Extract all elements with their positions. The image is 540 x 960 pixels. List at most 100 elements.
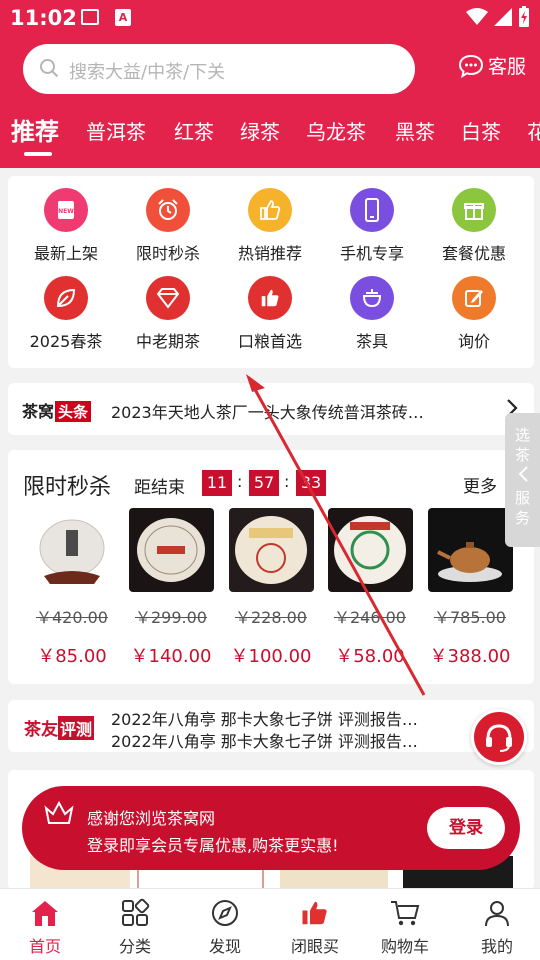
- category-teaware[interactable]: 茶具: [322, 276, 422, 352]
- status-time: 11:02: [10, 6, 77, 30]
- battery-icon: [519, 6, 529, 27]
- headline-brand-text: 茶窝: [22, 402, 55, 421]
- sale-price: ￥100.00: [230, 646, 312, 667]
- tab-recommend[interactable]: 推荐: [11, 112, 59, 147]
- signal-icon: [494, 8, 512, 26]
- flash-product[interactable]: ￥299.00 ￥140.00: [129, 508, 214, 668]
- nav-label: 闭眼买: [290, 937, 339, 956]
- nav-label: 购物车: [380, 937, 429, 956]
- category-new-arrivals[interactable]: NEW 最新上架: [16, 188, 116, 264]
- home-icon: [0, 897, 90, 929]
- tab-flower-tea[interactable]: 花: [527, 116, 540, 145]
- status-bar: 11:02 A: [0, 0, 540, 36]
- cart-icon: [360, 897, 450, 929]
- search-bar[interactable]: 搜索大益/中茶/下关: [23, 44, 415, 94]
- sale-price: ￥140.00: [130, 646, 212, 667]
- product-image-tea-cake: [229, 508, 314, 592]
- customer-service-label: 客服: [488, 56, 527, 78]
- nav-profile[interactable]: 我的: [452, 897, 540, 957]
- sale-price: ￥85.00: [37, 646, 107, 667]
- nav-home[interactable]: 首页: [0, 897, 90, 957]
- tab-oolong[interactable]: 乌龙茶: [306, 116, 366, 145]
- tea-selection-service-tab[interactable]: 选 茶 服 务: [505, 413, 540, 547]
- tab-green-tea[interactable]: 绿茶: [240, 116, 280, 145]
- flash-product[interactable]: ￥785.00 ￥388.00: [428, 508, 513, 668]
- flash-product[interactable]: ￥228.00 ￥100.00: [229, 508, 314, 668]
- search-icon: [40, 59, 59, 78]
- review-line: 2022年八角亭 那卡大象七子饼 评测报告…: [111, 710, 418, 729]
- original-price: ￥246.00: [334, 608, 406, 627]
- crown-icon: [44, 800, 74, 824]
- headset-icon: [486, 724, 512, 752]
- phone-icon: [350, 188, 394, 232]
- category-flash-sale[interactable]: 限时秒杀: [118, 188, 218, 264]
- original-price: ￥420.00: [36, 608, 108, 627]
- nav-blind-buy[interactable]: 闭眼买: [270, 897, 360, 957]
- category-label: 热销推荐: [237, 244, 302, 263]
- login-promo-subtitle: 登录即享会员专属优惠,购茶更实惠!: [87, 836, 339, 855]
- category-aged-tea[interactable]: 中老期茶: [118, 276, 218, 352]
- thumbs-up-icon: [248, 276, 292, 320]
- nav-label: 分类: [118, 937, 151, 956]
- teapot-icon: [350, 276, 394, 320]
- tab-puer[interactable]: 普洱茶: [86, 116, 146, 145]
- countdown-seconds: 33: [296, 470, 326, 496]
- category-label: 2025春茶: [29, 332, 103, 351]
- login-promo-title: 感谢您浏览茶窝网: [87, 809, 216, 828]
- category-label: 询价: [457, 332, 490, 351]
- category-daily-choice[interactable]: 口粮首选: [220, 276, 320, 352]
- flash-product[interactable]: ￥420.00 ￥85.00: [30, 508, 115, 668]
- app-notification-icon: A: [115, 9, 131, 26]
- category-label: 套餐优惠: [441, 244, 506, 263]
- flash-product[interactable]: ￥246.00 ￥58.00: [328, 508, 413, 668]
- nav-label: 发现: [208, 937, 241, 956]
- tab-white-tea[interactable]: 白茶: [461, 116, 501, 145]
- svg-text:NEW: NEW: [58, 208, 74, 215]
- headline-text[interactable]: 2023年天地人茶厂一头大象传统普洱茶砖…: [111, 399, 491, 423]
- customer-support-button[interactable]: [471, 709, 527, 765]
- headline-brand: 茶窝 头条: [22, 398, 92, 422]
- tab-dark-tea[interactable]: 黑茶: [395, 116, 435, 145]
- countdown-hours: 11: [202, 470, 232, 496]
- flash-sale-more-link[interactable]: 更多: [463, 472, 497, 497]
- review-tag: 评测: [58, 716, 95, 740]
- active-tab-indicator: [24, 152, 52, 156]
- countdown-minutes: 57: [249, 470, 279, 496]
- category-hot-picks[interactable]: 热销推荐: [220, 188, 320, 264]
- nav-cart[interactable]: 购物车: [360, 897, 450, 957]
- category-label: 中老期茶: [135, 332, 200, 351]
- tea-review-bar[interactable]: 茶友 评测 2022年八角亭 那卡大象七子饼 评测报告… 2022年八角亭 那卡大…: [8, 700, 534, 752]
- nav-label: 首页: [28, 937, 61, 956]
- flash-sale-section: 限时秒杀 距结束 11 : 57 : 33 更多 ￥420.00 ￥85.00 …: [8, 450, 534, 684]
- original-price: ￥785.00: [434, 608, 506, 627]
- nav-category[interactable]: 分类: [90, 897, 180, 957]
- countdown-separator: :: [284, 472, 290, 491]
- search-input[interactable]: 搜索大益/中茶/下关: [69, 58, 225, 84]
- countdown-separator: :: [237, 472, 243, 491]
- gift-icon: [452, 188, 496, 232]
- category-bundle-deals[interactable]: 套餐优惠: [424, 188, 524, 264]
- category-grid: NEW 最新上架 限时秒杀 热销推荐 手机专享 套餐优惠 2025春茶 中老期茶…: [8, 176, 534, 368]
- customer-service-button[interactable]: 客服: [458, 52, 526, 79]
- flash-sale-title: 限时秒杀: [23, 475, 112, 500]
- category-mobile-exclusive[interactable]: 手机专享: [322, 188, 422, 264]
- category-spring-tea[interactable]: 2025春茶: [16, 276, 116, 352]
- login-button[interactable]: 登录: [427, 807, 505, 849]
- bottom-navigation: 首页 分类 发现 闭眼买 购物车 我的: [0, 888, 540, 960]
- chevron-left-icon: [518, 466, 528, 482]
- side-tab-char: 服: [514, 489, 530, 507]
- original-price: ￥228.00: [235, 608, 307, 627]
- thumbs-up-icon: [270, 897, 360, 929]
- compass-icon: [180, 897, 270, 929]
- headline-news-bar[interactable]: 茶窝 头条 2023年天地人茶厂一头大象传统普洱茶砖…: [8, 383, 534, 435]
- alarm-clock-icon: [146, 188, 190, 232]
- nav-discover[interactable]: 发现: [180, 897, 270, 957]
- category-icon: [90, 897, 180, 929]
- category-inquiry[interactable]: 询价: [424, 276, 524, 352]
- gallery-notification-icon: [81, 9, 99, 25]
- product-image-teapot: [428, 508, 513, 592]
- review-brand-text: 茶友: [24, 720, 58, 740]
- product-image-tea-cake: [30, 508, 115, 592]
- tab-black-tea[interactable]: 红茶: [174, 116, 214, 145]
- category-label: 限时秒杀: [135, 244, 200, 263]
